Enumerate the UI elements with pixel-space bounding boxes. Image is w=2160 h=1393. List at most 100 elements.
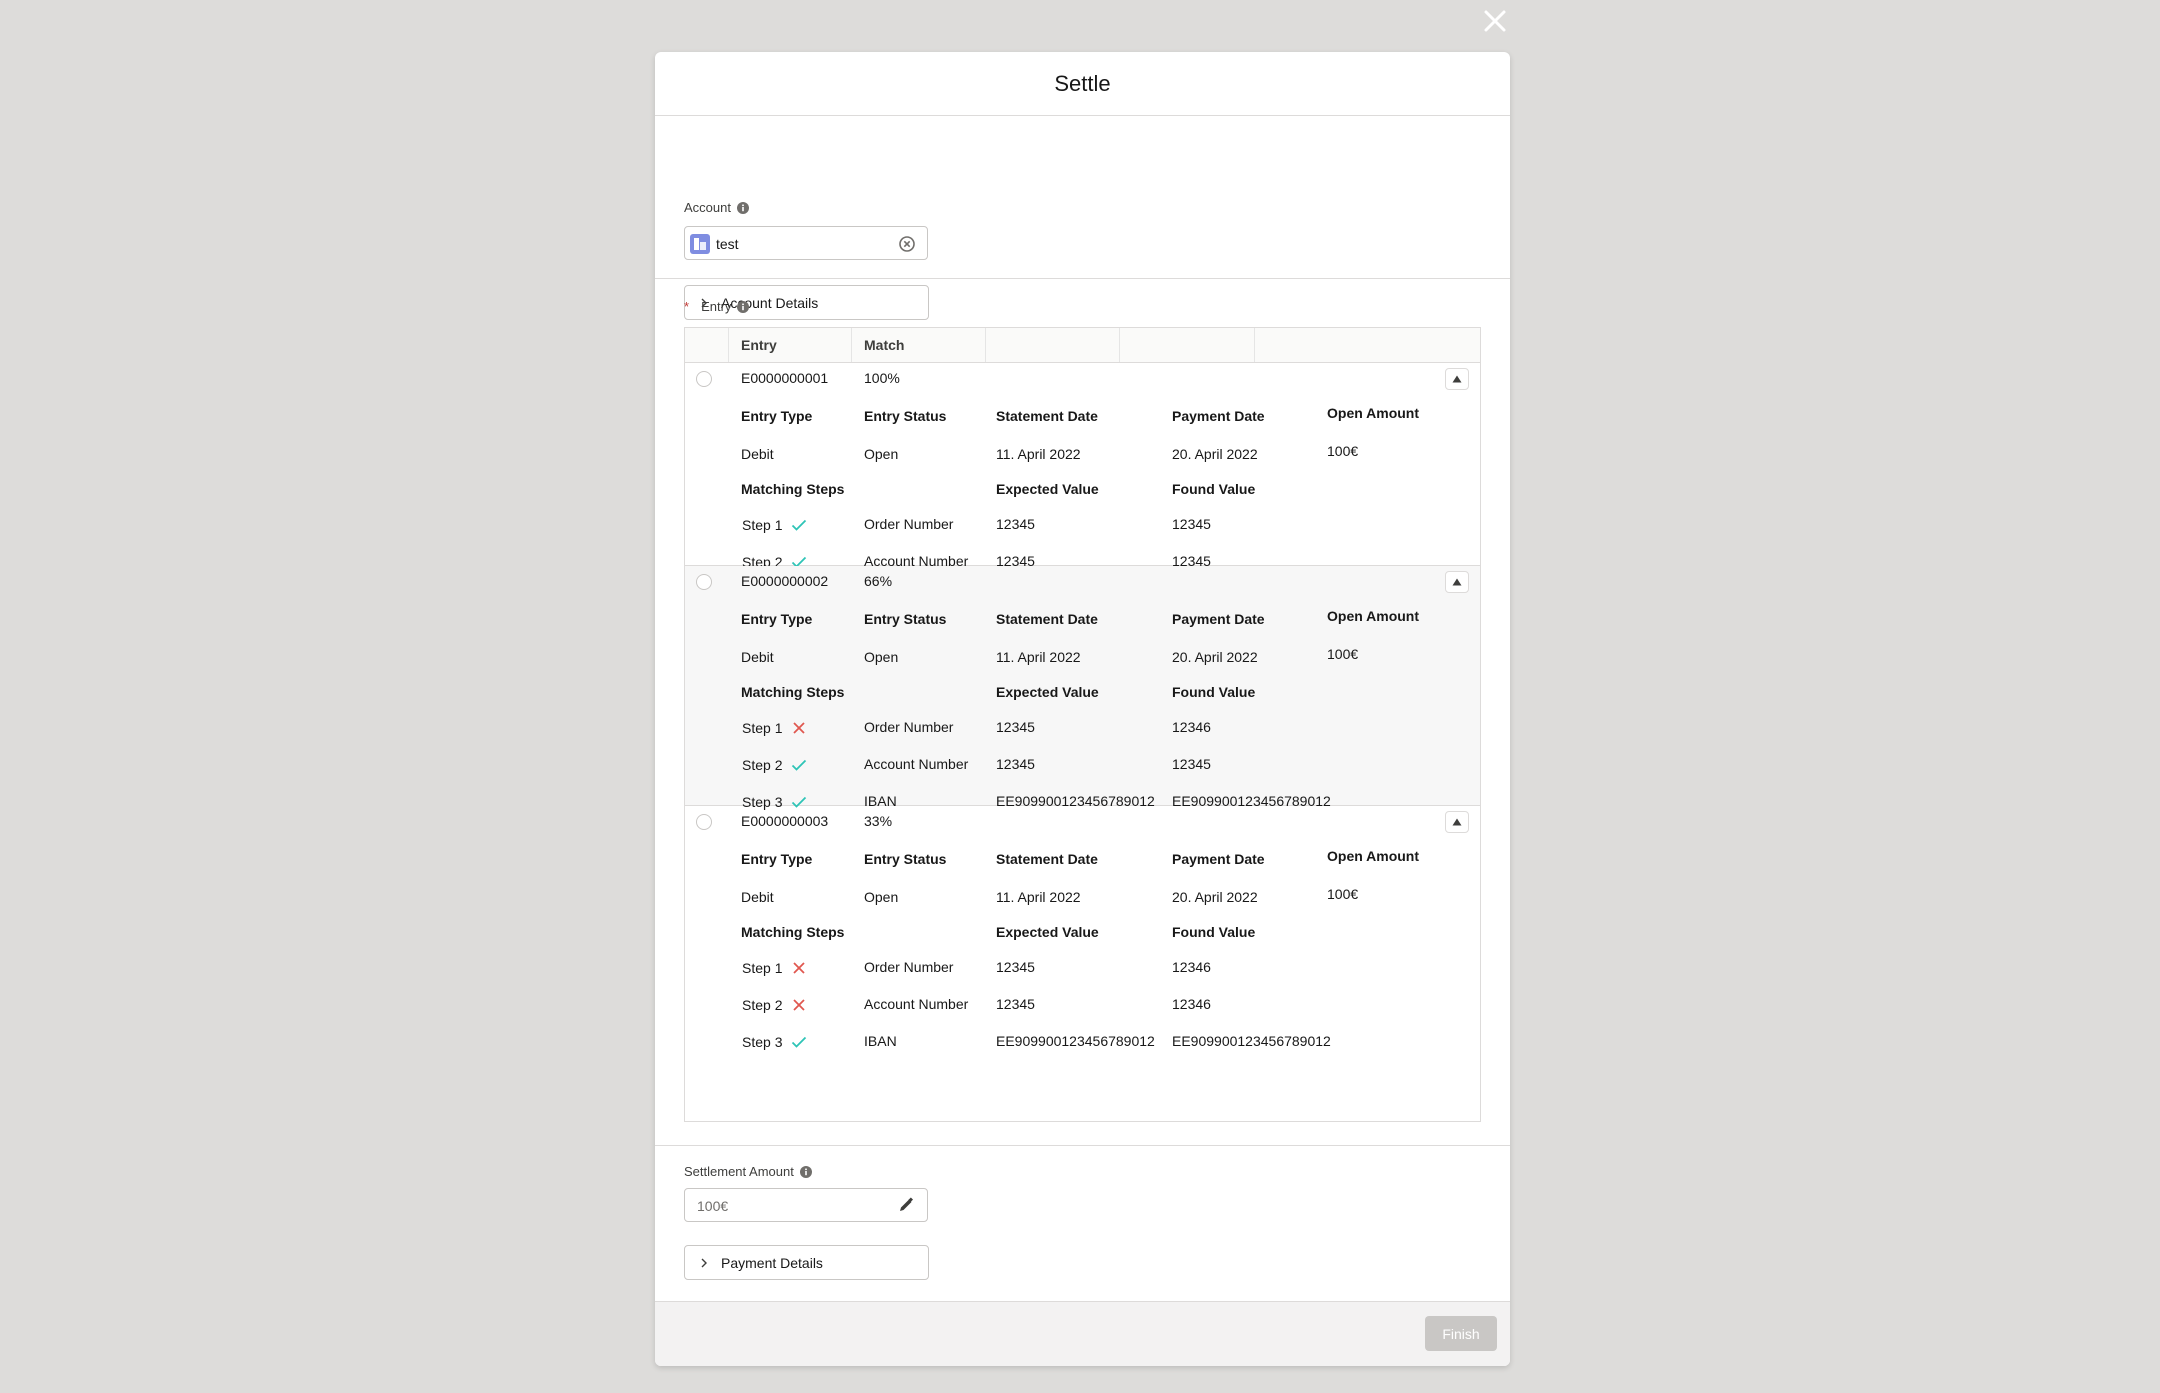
payment-date: 20. April 2022 — [1172, 889, 1258, 905]
clear-icon[interactable] — [899, 236, 915, 252]
payment-date: 20. April 2022 — [1172, 446, 1258, 462]
open-amount: 100€ — [1327, 886, 1359, 902]
entry-id: E0000000001 — [741, 370, 829, 386]
step-expected: EE909900123456789012 — [996, 1033, 1155, 1049]
header-statement-date: Statement Date — [996, 611, 1098, 627]
step-found: 12346 — [1172, 959, 1211, 975]
settlement-field-label: Settlement Amount — [684, 1164, 812, 1179]
match-percent: 100% — [864, 370, 900, 386]
payment-details-toggle[interactable]: Payment Details — [684, 1245, 929, 1280]
entry-type: Debit — [741, 649, 774, 665]
step-label: Step 1 — [742, 720, 783, 736]
chevron-up-icon — [1452, 578, 1462, 586]
entry-table-header: Entry Match — [685, 328, 1480, 363]
payment-date: 20. April 2022 — [1172, 649, 1258, 665]
step-field: Order Number — [864, 719, 954, 735]
info-icon[interactable] — [736, 201, 749, 214]
account-value: test — [716, 236, 739, 252]
entry-type: Debit — [741, 889, 774, 905]
column-header-entry[interactable]: Entry — [741, 328, 777, 362]
statement-date: 11. April 2022 — [996, 446, 1081, 462]
match-percent: 66% — [864, 573, 893, 589]
step-found: 12345 — [1172, 516, 1211, 532]
step-found: 12346 — [1172, 719, 1211, 735]
match-percent: 33% — [864, 813, 893, 829]
header-statement-date: Statement Date — [996, 408, 1098, 424]
settlement-label: Settlement Amount — [684, 1164, 794, 1179]
step-expected: 12345 — [996, 996, 1035, 1012]
entry-radio[interactable] — [696, 814, 712, 830]
entry-id: E0000000002 — [741, 573, 829, 589]
column-header-match[interactable]: Match — [864, 328, 904, 362]
step-found: 12346 — [1172, 996, 1211, 1012]
header-expected-value: Expected Value — [996, 684, 1099, 700]
collapse-row-button[interactable] — [1445, 571, 1469, 593]
account-label: Account — [684, 200, 731, 215]
header-matching-steps: Matching Steps — [741, 481, 845, 497]
finish-button[interactable]: Finish — [1425, 1316, 1497, 1351]
header-found-value: Found Value — [1172, 481, 1256, 497]
step-expected: 12345 — [996, 516, 1035, 532]
header-entry-type: Entry Type — [741, 611, 813, 627]
header-payment-date: Payment Date — [1172, 611, 1265, 627]
header-entry-type: Entry Type — [741, 408, 813, 424]
entry-section: * Entry Entry Match E0000000001 100% Entry… — [655, 279, 1510, 1146]
header-open-amount: Open Amount — [1327, 848, 1420, 864]
modal-header: Settle — [655, 52, 1510, 116]
entry-status: Open — [864, 446, 899, 462]
step-label: Step 2 — [742, 997, 783, 1013]
close-icon[interactable] — [1480, 6, 1510, 36]
step-expected: 12345 — [996, 756, 1035, 772]
account-lookup[interactable]: test — [684, 226, 928, 260]
statement-date: 11. April 2022 — [996, 649, 1081, 665]
entry-row: E0000000002 66% Entry Type Entry Status Stat… — [685, 566, 1480, 810]
collapse-row-button[interactable] — [1445, 368, 1469, 390]
settlement-amount-input[interactable]: 100€ — [684, 1188, 928, 1222]
account-field-label: Account — [684, 200, 749, 215]
collapse-row-button[interactable] — [1445, 811, 1469, 833]
required-asterisk: * — [684, 299, 690, 314]
settlement-amount-value: 100€ — [697, 1198, 729, 1214]
step-field: Order Number — [864, 516, 954, 532]
header-matching-steps: Matching Steps — [741, 684, 845, 700]
entry-table: Entry Match E0000000001 100% Entry Type Ent… — [684, 327, 1481, 1122]
entry-row: E0000000001 100% Entry Type Entry Status Sta… — [685, 363, 1480, 570]
info-icon[interactable] — [737, 300, 750, 313]
check-icon — [791, 519, 807, 531]
header-entry-status: Entry Status — [864, 611, 947, 627]
cross-icon — [793, 722, 805, 734]
step-field: Order Number — [864, 959, 954, 975]
chevron-up-icon — [1452, 818, 1462, 826]
payment-details-label: Payment Details — [721, 1254, 823, 1271]
open-amount: 100€ — [1327, 646, 1359, 662]
check-icon — [791, 759, 807, 771]
account-section: Account test Account Details — [655, 116, 1510, 320]
entry-radio[interactable] — [696, 574, 712, 590]
entry-status: Open — [864, 649, 899, 665]
open-amount: 100€ — [1327, 443, 1359, 459]
modal-title: Settle — [1054, 70, 1111, 96]
header-open-amount: Open Amount — [1327, 405, 1420, 421]
step-label: Step 1 — [742, 517, 783, 533]
settlement-section: Settlement Amount 100€ Payment Details — [655, 1146, 1510, 1302]
header-statement-date: Statement Date — [996, 851, 1098, 867]
header-entry-status: Entry Status — [864, 851, 947, 867]
header-found-value: Found Value — [1172, 924, 1256, 940]
cross-icon — [793, 999, 805, 1011]
step-found: 12345 — [1172, 756, 1211, 772]
step-label: Step 3 — [742, 1034, 783, 1050]
chevron-up-icon — [1452, 375, 1462, 383]
info-icon[interactable] — [799, 1165, 812, 1178]
chevron-right-icon — [701, 1258, 707, 1267]
entry-row: E0000000003 33% Entry Type Entry Status Stat… — [685, 806, 1480, 1050]
modal-footer: Finish — [655, 1301, 1510, 1366]
entry-radio[interactable] — [696, 371, 712, 387]
header-matching-steps: Matching Steps — [741, 924, 845, 940]
header-expected-value: Expected Value — [996, 924, 1099, 940]
header-expected-value: Expected Value — [996, 481, 1099, 497]
entry-field-label: * Entry — [684, 299, 750, 314]
entry-type: Debit — [741, 446, 774, 462]
step-expected: 12345 — [996, 719, 1035, 735]
step-field: Account Number — [864, 996, 969, 1012]
pencil-icon[interactable] — [898, 1197, 914, 1213]
